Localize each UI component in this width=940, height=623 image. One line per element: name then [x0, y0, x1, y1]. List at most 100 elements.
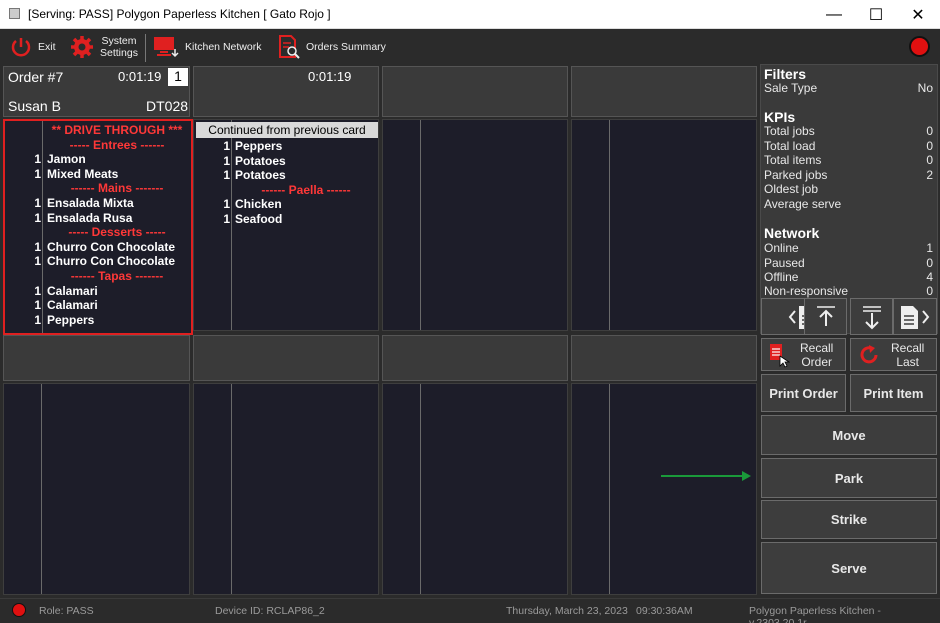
- date-text: Thursday, March 23, 2023: [506, 605, 628, 617]
- order-timer: 0:01:19: [308, 69, 352, 84]
- kitchen-network-button[interactable]: Kitchen Network: [153, 29, 261, 65]
- move-button[interactable]: Move: [761, 415, 937, 455]
- item-quantity: 1: [223, 197, 230, 212]
- order-item[interactable]: Potatoes: [235, 168, 286, 182]
- recall-order-button[interactable]: Recall Order: [761, 338, 846, 371]
- order-item[interactable]: Ensalada Rusa: [47, 211, 132, 225]
- system-settings-label-2: Settings: [100, 47, 138, 59]
- scroll-up-button[interactable]: [804, 298, 847, 335]
- qty-column: [383, 384, 421, 594]
- role-text: Role: PASS: [39, 605, 94, 617]
- item-quantity: 1: [34, 210, 41, 225]
- recall-last-label-2: Last: [896, 354, 920, 369]
- order-card-body-1[interactable]: ** DRIVE THROUGH *** ----- Entrees ------…: [3, 119, 193, 335]
- item-quantity: 1: [34, 196, 41, 210]
- continued-banner: Continued from previous card: [196, 122, 378, 138]
- order-item[interactable]: Chicken: [235, 197, 282, 211]
- arrow-up-icon: [816, 305, 835, 326]
- window-title: [Serving: PASS] Polygon Paperless Kitche…: [28, 7, 331, 21]
- order-item[interactable]: Churro Con Chocolate: [47, 254, 175, 268]
- close-icon[interactable]: ✕: [898, 0, 938, 29]
- kpi-row: Average serve: [764, 197, 842, 211]
- print-order-button[interactable]: Print Order: [761, 374, 846, 412]
- orders-summary-label: Orders Summary: [306, 41, 386, 53]
- item-quantity: 1: [223, 139, 230, 153]
- order-card-body-8[interactable]: [571, 383, 757, 595]
- orders-summary-button[interactable]: Orders Summary: [278, 29, 386, 65]
- order-number: Order #7: [8, 69, 64, 85]
- kitchen-network-label: Kitchen Network: [185, 41, 262, 53]
- qty-column: [383, 120, 421, 330]
- card-header-6[interactable]: [193, 335, 379, 381]
- card-header-5[interactable]: [3, 335, 190, 381]
- order-item[interactable]: Seafood: [235, 212, 282, 226]
- card-header-4[interactable]: [571, 66, 757, 117]
- order-item[interactable]: Ensalada Mixta: [47, 196, 134, 210]
- card-header-8[interactable]: [571, 335, 757, 381]
- item-count-badge: 1: [168, 68, 188, 86]
- card-header-3[interactable]: [382, 66, 568, 117]
- system-settings-button[interactable]: System Settings: [70, 29, 138, 65]
- item-quantity: 1: [223, 168, 230, 183]
- exit-label: Exit: [38, 41, 56, 53]
- order-card-body-2[interactable]: Continued from previous card 1 Peppers 1 Po…: [193, 119, 379, 331]
- item-quantity: 1: [223, 212, 230, 226]
- park-button[interactable]: Park: [761, 458, 937, 498]
- maximize-icon[interactable]: ☐: [856, 0, 896, 29]
- order-card-body-5[interactable]: [3, 383, 190, 595]
- order-item[interactable]: Jamon: [47, 152, 86, 166]
- device-id-text: Device ID: RCLAP86_2: [215, 605, 325, 617]
- course-heading: ------ Tapas -------: [70, 269, 164, 283]
- scroll-down-button[interactable]: [850, 298, 893, 335]
- exit-button[interactable]: Exit: [10, 29, 56, 65]
- order-card-body-3[interactable]: [382, 119, 568, 331]
- print-item-button[interactable]: Print Item: [850, 374, 937, 412]
- strike-button[interactable]: Strike: [761, 500, 937, 539]
- card-header-2[interactable]: 0:01:19: [193, 66, 379, 117]
- pointer-arrow-icon: [661, 471, 751, 481]
- filter-row: Sale Type No: [764, 81, 933, 95]
- network-heading: Network: [764, 225, 820, 241]
- order-item[interactable]: Peppers: [47, 313, 94, 327]
- order-card-body-7[interactable]: [382, 383, 568, 595]
- order-item[interactable]: Churro Con Chocolate: [47, 240, 175, 254]
- item-quantity: 1: [34, 239, 41, 254]
- card-header-1[interactable]: Order #7 0:01:19 1 Susan B DT028: [3, 66, 190, 117]
- filter-label: Sale Type: [764, 81, 818, 95]
- order-card-body-6[interactable]: [193, 383, 379, 595]
- minimize-icon[interactable]: —: [814, 0, 854, 29]
- item-quantity: 1: [34, 254, 41, 269]
- course-heading: ----- Entrees ------: [69, 137, 165, 152]
- item-quantity: 1: [34, 312, 41, 327]
- kpi-row: Total load 0: [764, 139, 933, 153]
- recall-last-label-1: Recall: [891, 340, 925, 355]
- order-grid: Order #7 0:01:19 1 Susan B DT028 0:01:19…: [3, 66, 758, 596]
- item-quantity: 1: [34, 152, 41, 167]
- qty-column: [4, 384, 42, 594]
- qty-column: [572, 384, 610, 594]
- filter-value: No: [917, 81, 933, 95]
- course-heading: ** DRIVE THROUGH ***: [51, 123, 183, 137]
- gear-icon: [71, 36, 93, 58]
- app-icon: [9, 8, 20, 19]
- info-sidebar[interactable]: Filters Sale Type No KPIs Total jobs 0 Tot…: [760, 64, 938, 334]
- network-row: Paused 0: [764, 256, 933, 270]
- course-heading: ------ Paella ------: [261, 182, 351, 197]
- qty-column: [572, 120, 610, 330]
- page-right-button[interactable]: [893, 298, 937, 335]
- order-item[interactable]: Potatoes: [235, 154, 286, 168]
- filters-heading: Filters: [764, 66, 807, 82]
- network-row: Offline 4: [764, 270, 933, 284]
- status-indicator-icon[interactable]: [909, 36, 930, 57]
- qty-column: [194, 384, 232, 594]
- order-item[interactable]: Mixed Meats: [47, 167, 118, 181]
- recall-last-button[interactable]: Recall Last: [850, 338, 937, 371]
- order-card-body-4[interactable]: [571, 119, 757, 331]
- order-item[interactable]: Peppers: [235, 139, 282, 153]
- card-header-7[interactable]: [382, 335, 568, 381]
- serve-button[interactable]: Serve: [761, 542, 937, 594]
- order-item[interactable]: Calamari: [47, 298, 98, 312]
- recall-order-label-2: Order: [801, 354, 833, 369]
- item-quantity: 1: [34, 283, 41, 298]
- order-item[interactable]: Calamari: [47, 284, 98, 298]
